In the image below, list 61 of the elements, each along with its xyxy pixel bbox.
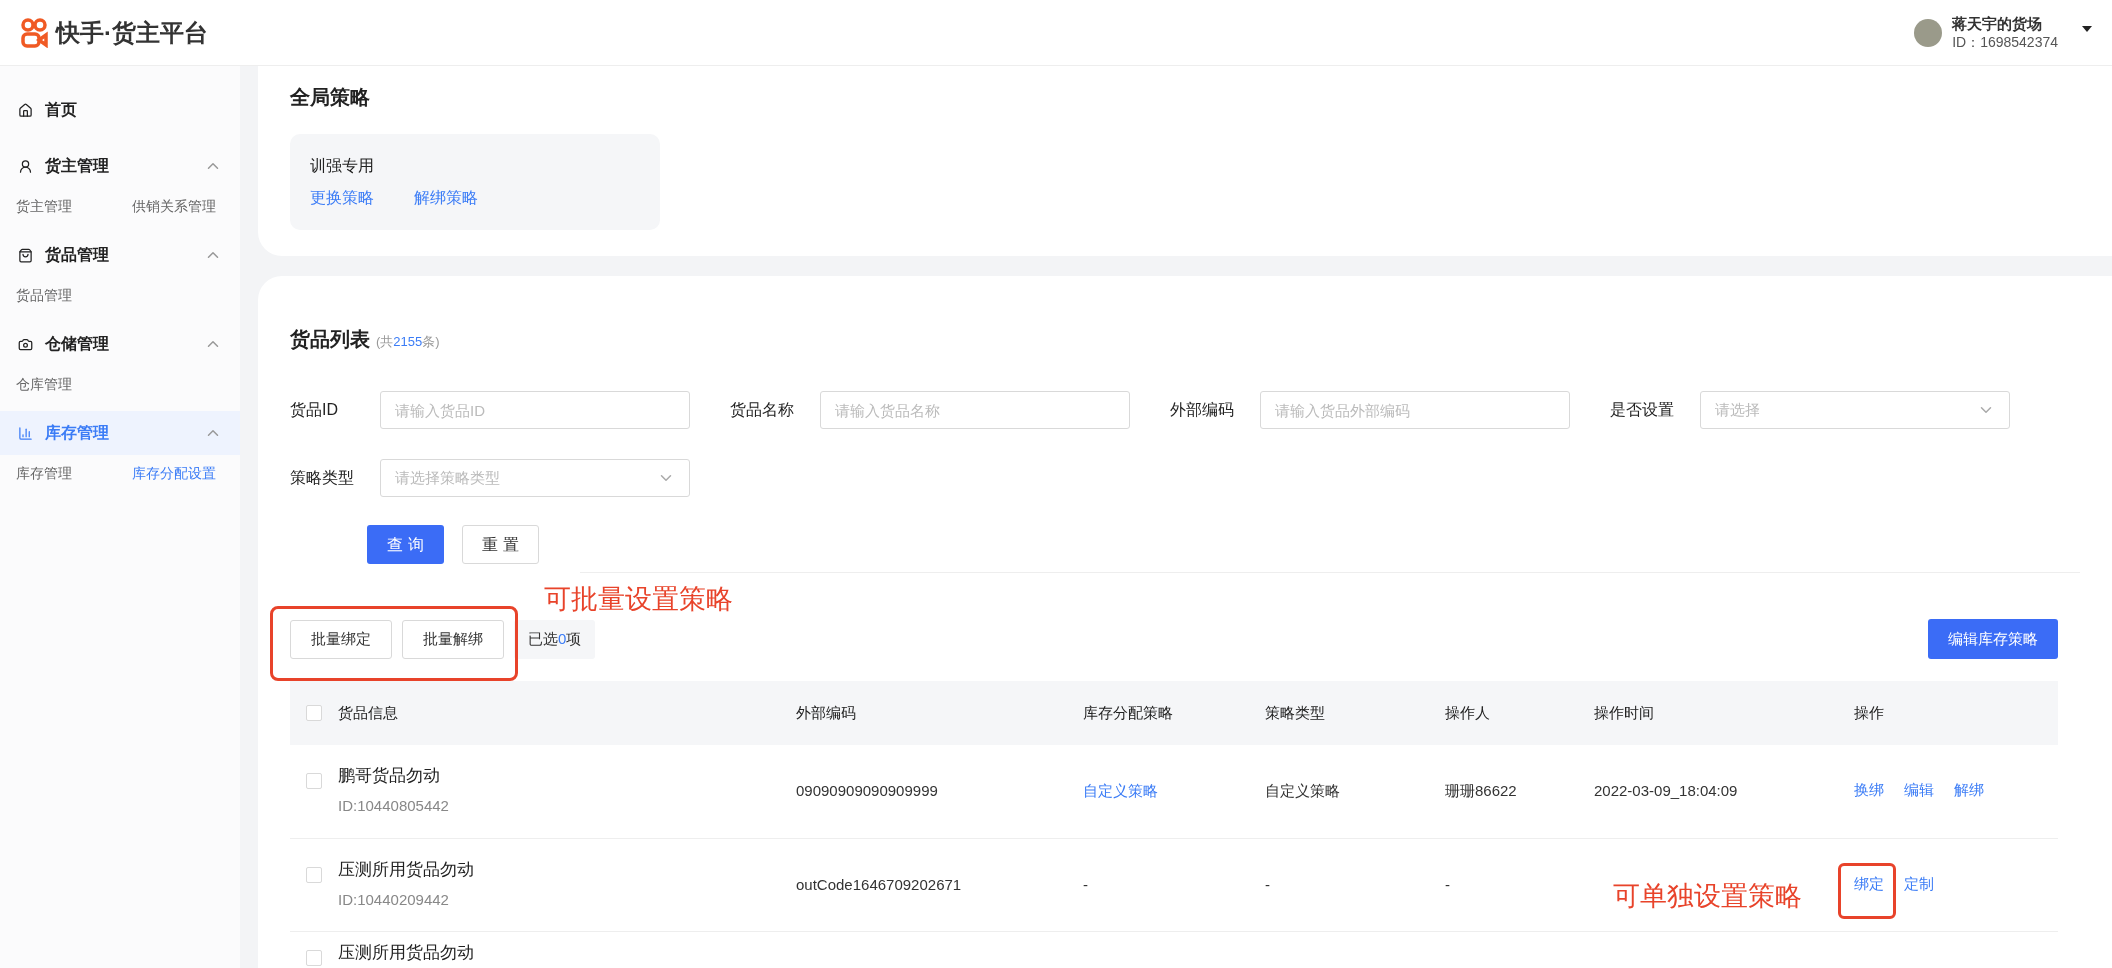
column-header: 库存分配策略 <box>1083 704 1173 721</box>
product-name: 压测所用货品勿动 <box>338 859 475 881</box>
product-name: 压测所用货品勿动 <box>338 942 475 964</box>
user-name: 蒋天宇的货场 <box>1952 13 2044 33</box>
edit-strategy-button[interactable]: 编辑库存策略 <box>1928 619 2058 659</box>
product-id: ID:10440805442 <box>338 795 450 816</box>
sidebar-subitem[interactable]: 库存管理 <box>16 463 72 484</box>
column-header: 货品信息 <box>338 704 398 721</box>
selected-count: 已选0项 <box>514 619 596 659</box>
input-field[interactable]: 请输入货品ID <box>380 391 690 429</box>
action-link[interactable]: 换绑 <box>1854 779 1884 802</box>
table-cell: - <box>1445 876 1450 893</box>
action-link[interactable]: 编辑 <box>1904 779 1934 802</box>
input-field[interactable]: 请输入货品名称 <box>820 391 1130 429</box>
action-link[interactable]: 定制 <box>1904 873 1934 896</box>
column-header: 外部编码 <box>796 704 856 721</box>
table-cell: outCode1646709202671 <box>796 876 962 893</box>
table-cell: 珊珊86622 <box>1445 782 1517 799</box>
sidebar-subitem[interactable]: 供销关系管理 <box>132 196 216 217</box>
sidebar-item[interactable]: 仓储管理 <box>0 322 240 366</box>
filter-label: 货品ID <box>290 400 339 420</box>
column-header: 操作人 <box>1445 704 1490 721</box>
strategy-name: 训强专用 <box>310 156 375 176</box>
reset-button[interactable]: 重 置 <box>462 525 539 564</box>
strategy-link[interactable]: 自定义策略 <box>1083 782 1158 799</box>
input-field[interactable]: 请输入货品外部编码 <box>1260 391 1570 429</box>
sidebar-item[interactable]: 首页 <box>0 88 240 132</box>
filter-label: 货品名称 <box>730 400 795 420</box>
table-cell: 自定义策略 <box>1265 782 1340 799</box>
filter-label: 是否设置 <box>1610 400 1675 420</box>
action-link[interactable]: 绑定 <box>1854 873 1884 896</box>
action-link[interactable]: 解绑 <box>1954 779 1984 802</box>
sidebar-subitem[interactable]: 货主管理 <box>16 196 72 217</box>
batch-button[interactable]: 批量绑定 <box>290 619 392 659</box>
strategy-link[interactable]: 解绑策略 <box>414 186 478 210</box>
sidebar-subitem[interactable]: 仓库管理 <box>16 374 72 395</box>
table-cell: 2022-03-09_18:04:09 <box>1594 782 1738 799</box>
sidebar-item[interactable]: 货品管理 <box>0 233 240 277</box>
section-title: 货品列表 <box>290 327 370 352</box>
table-cell: 09090909090909999 <box>796 782 938 799</box>
sidebar-subitem[interactable]: 货品管理 <box>16 285 72 306</box>
product-name: 鹏哥货品勿动 <box>338 765 441 787</box>
product-id: ID:10440209442 <box>338 889 450 910</box>
sidebar-subitem[interactable]: 库存分配设置 <box>132 463 216 484</box>
filter-label: 策略类型 <box>290 468 355 488</box>
table-cell: - <box>1265 876 1270 893</box>
column-header: 操作 <box>1854 704 1884 721</box>
section-title: 全局策略 <box>290 85 371 110</box>
total-count: (共2155条) <box>376 333 440 351</box>
column-header: 操作时间 <box>1594 704 1654 721</box>
user-id: ID：1698542374 <box>1952 32 2058 52</box>
strategy-link[interactable]: 更换策略 <box>310 186 374 210</box>
query-button[interactable]: 查 询 <box>367 525 444 564</box>
table-cell: - <box>1083 876 1088 893</box>
sidebar-item[interactable]: 货主管理 <box>0 144 240 188</box>
sidebar-item[interactable]: 库存管理 <box>0 411 240 455</box>
batch-button[interactable]: 批量解绑 <box>402 619 504 659</box>
filter-label: 外部编码 <box>1170 400 1235 420</box>
brand-title: 快手·货主平台 <box>56 17 208 48</box>
annotation-text: 可单独设置策略 <box>1613 880 1802 913</box>
column-header: 策略类型 <box>1265 704 1325 721</box>
